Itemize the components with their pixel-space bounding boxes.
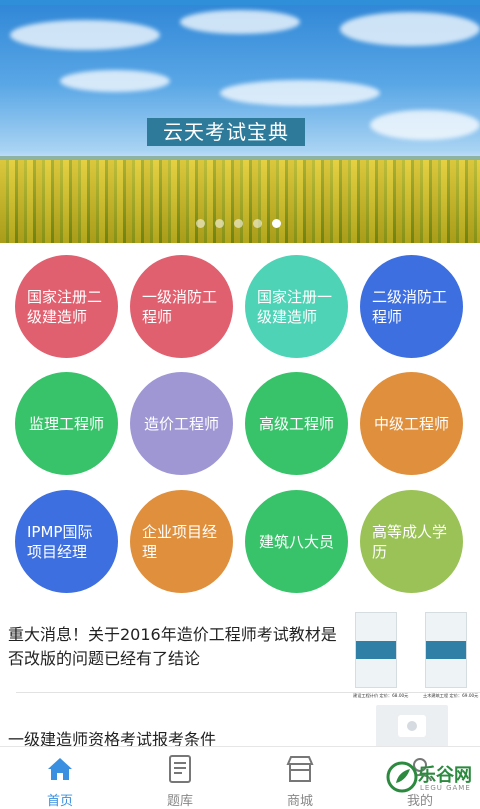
- book-cover-thumbnail: 土木建筑工程 定价：69.00元: [423, 612, 478, 698]
- category-circle[interactable]: 国家注册二级建造师: [15, 255, 118, 358]
- category-circle[interactable]: 造价工程师: [130, 372, 233, 475]
- cloud: [10, 20, 160, 50]
- cloud: [370, 110, 480, 140]
- category-label: IPMP国际项目经理: [27, 522, 93, 561]
- carousel-dot-active[interactable]: [272, 219, 281, 228]
- category-label: 国家注册二级建造师: [27, 287, 103, 326]
- flower-field: [0, 160, 480, 243]
- cloud: [180, 10, 300, 34]
- tab-question-bank[interactable]: 题库: [120, 747, 240, 809]
- carousel-dots: [196, 219, 281, 228]
- category-circle[interactable]: 中级工程师: [360, 372, 463, 475]
- tab-home[interactable]: 首页: [0, 747, 120, 809]
- news-title-line: 重大消息！关于2016年造价工程师考试教材是: [8, 625, 337, 644]
- category-circle[interactable]: 监理工程师: [15, 372, 118, 475]
- hero-banner[interactable]: 云天考试宝典: [0, 0, 480, 243]
- category-label: 国家注册一级建造师: [257, 287, 333, 326]
- news-item[interactable]: 重大消息！关于2016年造价工程师考试教材是 否改版的问题已经有了结论 建设工程…: [0, 612, 480, 698]
- category-circle[interactable]: 国家注册一级建造师: [245, 255, 348, 358]
- category-circle[interactable]: 高级工程师: [245, 372, 348, 475]
- cloud: [220, 80, 380, 106]
- category-circle[interactable]: 企业项目经理: [130, 490, 233, 593]
- carousel-dot[interactable]: [234, 219, 243, 228]
- document-icon: [169, 755, 191, 783]
- news-title: 重大消息！关于2016年造价工程师考试教材是 否改版的问题已经有了结论: [8, 623, 344, 671]
- book-caption: 土木建筑工程 定价：69.00元: [423, 693, 479, 699]
- status-bar: [0, 0, 480, 5]
- book-cover-thumbnail: 建设工程计价 定价：68.00元: [353, 612, 408, 698]
- carousel-dot[interactable]: [253, 219, 262, 228]
- tab-store[interactable]: 商城: [240, 747, 360, 809]
- category-circle[interactable]: 一级消防工程师: [130, 255, 233, 358]
- category-label: 造价工程师: [143, 414, 219, 433]
- leaf-logo-icon: [386, 761, 418, 793]
- cloud: [340, 12, 480, 46]
- category-label: 高等成人学历: [372, 522, 448, 561]
- book-caption: 建设工程计价 定价：68.00元: [353, 693, 409, 699]
- category-circle[interactable]: 建筑八大员: [245, 490, 348, 593]
- banner-title: 云天考试宝典: [147, 118, 305, 146]
- category-circle[interactable]: 高等成人学历: [360, 490, 463, 593]
- home-icon: [48, 758, 72, 780]
- category-circle[interactable]: IPMP国际项目经理: [15, 490, 118, 593]
- carousel-dot[interactable]: [196, 219, 205, 228]
- store-icon: [286, 756, 314, 782]
- category-label: 监理工程师: [28, 414, 104, 433]
- category-circle[interactable]: 二级消防工程师: [360, 255, 463, 358]
- category-label: 企业项目经理: [142, 522, 218, 561]
- category-label: 一级消防工程师: [142, 287, 218, 326]
- book-cover-band: [426, 641, 466, 659]
- category-label: 建筑八大员: [258, 532, 334, 551]
- category-label: 二级消防工程师: [372, 287, 448, 326]
- watermark-subtext: LEGU GAME: [420, 784, 471, 792]
- cloud: [60, 70, 170, 92]
- book-cover-band: [356, 641, 396, 659]
- watermark-logo: 乐谷网 LEGU GAME: [384, 755, 480, 800]
- category-label: 高级工程师: [258, 414, 334, 433]
- news-title-line: 否改版的问题已经有了结论: [8, 649, 201, 668]
- carousel-dot[interactable]: [215, 219, 224, 228]
- category-label: 中级工程师: [373, 414, 449, 433]
- news-divider: [16, 692, 480, 693]
